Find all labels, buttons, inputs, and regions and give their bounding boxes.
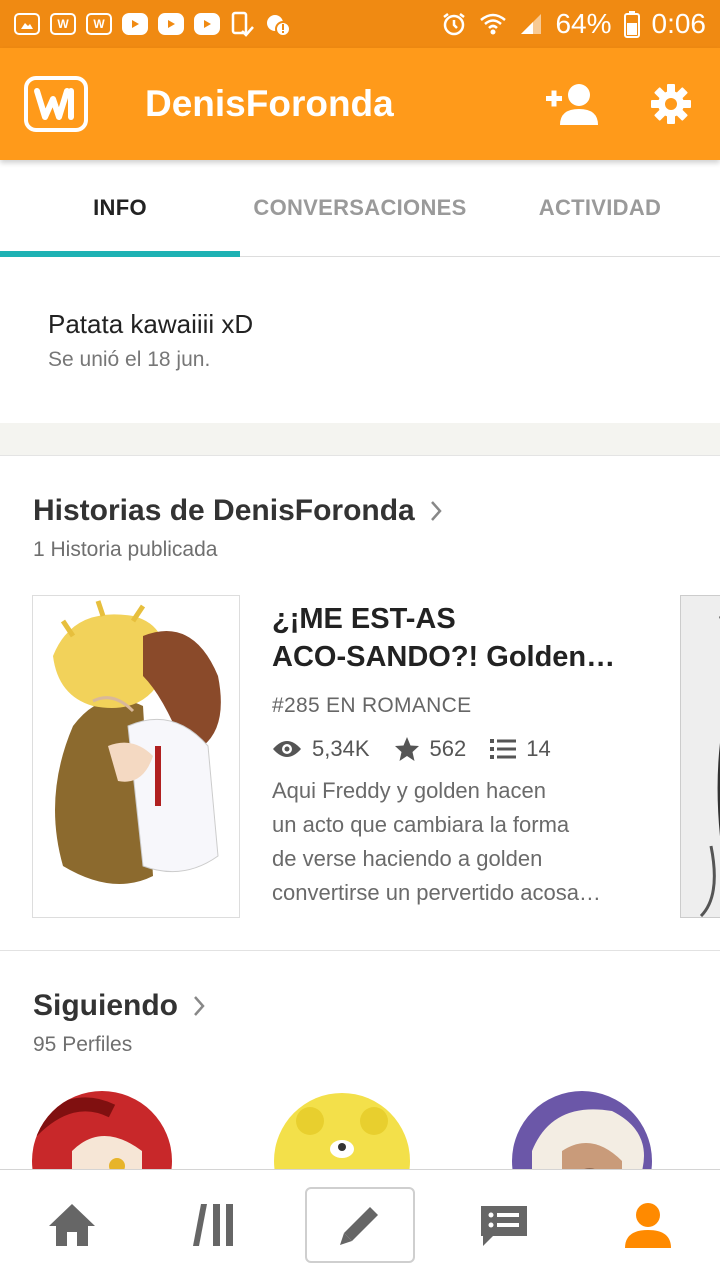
- next-story-cover-image[interactable]: [680, 595, 720, 918]
- wattpad-notification-icon: W: [50, 13, 76, 35]
- app-bar: DenisForonda: [0, 48, 720, 160]
- story-details[interactable]: ¿¡ME EST-AS ACO-SANDO?! Golden… #285 EN …: [272, 600, 642, 910]
- clock-time: 0:06: [651, 8, 707, 39]
- following-header[interactable]: Siguiendo 95 Perfiles: [33, 989, 206, 1057]
- section-divider: [0, 423, 720, 456]
- following-title: Siguiendo: [33, 989, 178, 1022]
- pencil-icon: [340, 1207, 378, 1245]
- wattpad-notification-icon-2: W: [86, 13, 112, 35]
- profile-username-title: DenisForonda: [145, 83, 394, 124]
- nav-library[interactable]: [144, 1170, 288, 1280]
- device-check-icon: [231, 11, 254, 37]
- profile-icon: [625, 1203, 671, 1248]
- write-button[interactable]: [305, 1187, 415, 1263]
- nav-home[interactable]: [0, 1170, 144, 1280]
- story-stats: 5,34K 562 14: [272, 736, 642, 762]
- signal-icon: [521, 14, 542, 34]
- stories-title: Historias de DenisForonda: [33, 494, 415, 527]
- youtube-notification-icon: [122, 13, 148, 35]
- following-section: Siguiendo 95 Perfiles: [0, 951, 720, 1169]
- stories-section: Historias de DenisForonda 1 Historia pub…: [0, 456, 720, 951]
- joined-date: Se unió el 18 jun.: [48, 348, 211, 371]
- tab-actividad[interactable]: ACTIVIDAD: [480, 160, 720, 256]
- star-icon: [394, 737, 419, 761]
- following-count: 95 Perfiles: [33, 1033, 133, 1056]
- profile-tagline: Patata kawaiiii xD: [48, 309, 254, 339]
- avatar[interactable]: [32, 1091, 172, 1169]
- battery-icon: [623, 11, 640, 38]
- list-icon: [490, 739, 517, 759]
- nav-profile[interactable]: [576, 1170, 720, 1280]
- story-description: Aqui Freddy y golden hacen un acto que c…: [272, 774, 642, 910]
- nav-messages[interactable]: [432, 1170, 576, 1280]
- tab-conversaciones[interactable]: CONVERSACIONES: [240, 160, 480, 256]
- story-votes: 562: [429, 736, 467, 761]
- notification-icons: W W: [14, 11, 292, 37]
- story-description-line-3: de verse haciendo a golden: [272, 846, 543, 871]
- stories-count: 1 Historia publicada: [33, 538, 218, 561]
- story-description-line-4: convertirse un pervertido acosa…: [272, 880, 601, 905]
- profile-tabs: INFO CONVERSACIONES ACTIVIDAD: [0, 160, 720, 257]
- home-icon: [49, 1204, 95, 1246]
- story-parts: 14: [526, 736, 551, 761]
- avatar[interactable]: [272, 1091, 412, 1169]
- eye-icon: [273, 741, 301, 757]
- alarm-icon: [443, 13, 466, 36]
- story-cover-image[interactable]: [32, 595, 240, 918]
- status-bar: W W 64% 0:06: [0, 0, 720, 48]
- avatar[interactable]: [512, 1091, 652, 1169]
- story-rank: #285 EN ROMANCE: [272, 694, 472, 717]
- battery-percent: 64%: [555, 8, 612, 39]
- story-description-line-1: Aqui Freddy y golden hacen: [272, 778, 546, 803]
- chevron-right-icon: [194, 996, 205, 1016]
- youtube-notification-icon-2: [158, 13, 184, 35]
- follow-user-icon[interactable]: [544, 81, 600, 127]
- messages-icon: [481, 1206, 527, 1246]
- stories-header[interactable]: Historias de DenisForonda 1 Historia pub…: [33, 494, 443, 562]
- profile-info: Patata kawaiiii xD Se unió el 18 jun.: [0, 257, 720, 423]
- story-title-line-2: ACO-SANDO?! Golden…: [272, 641, 616, 673]
- gallery-notification-icon: [14, 13, 40, 35]
- story-title-line-1: ¿¡ME EST-AS: [272, 603, 456, 635]
- bottom-navigation: [0, 1169, 720, 1280]
- story-title: ¿¡ME EST-AS ACO-SANDO?! Golden…: [272, 600, 642, 676]
- wattpad-logo-icon[interactable]: [24, 76, 88, 132]
- story-reads: 5,34K: [312, 736, 370, 761]
- story-description-line-2: un acto que cambiara la forma: [272, 812, 570, 837]
- youtube-notification-icon-3: [194, 13, 220, 35]
- chevron-right-icon: [430, 501, 442, 521]
- wifi-icon: [480, 13, 507, 35]
- tab-info[interactable]: INFO: [0, 160, 240, 257]
- settings-gear-icon[interactable]: [650, 83, 692, 125]
- library-icon: [193, 1204, 233, 1246]
- nav-write[interactable]: [288, 1170, 432, 1280]
- system-status: 64% 0:06: [441, 8, 706, 40]
- alert-cloud-icon: [267, 15, 291, 37]
